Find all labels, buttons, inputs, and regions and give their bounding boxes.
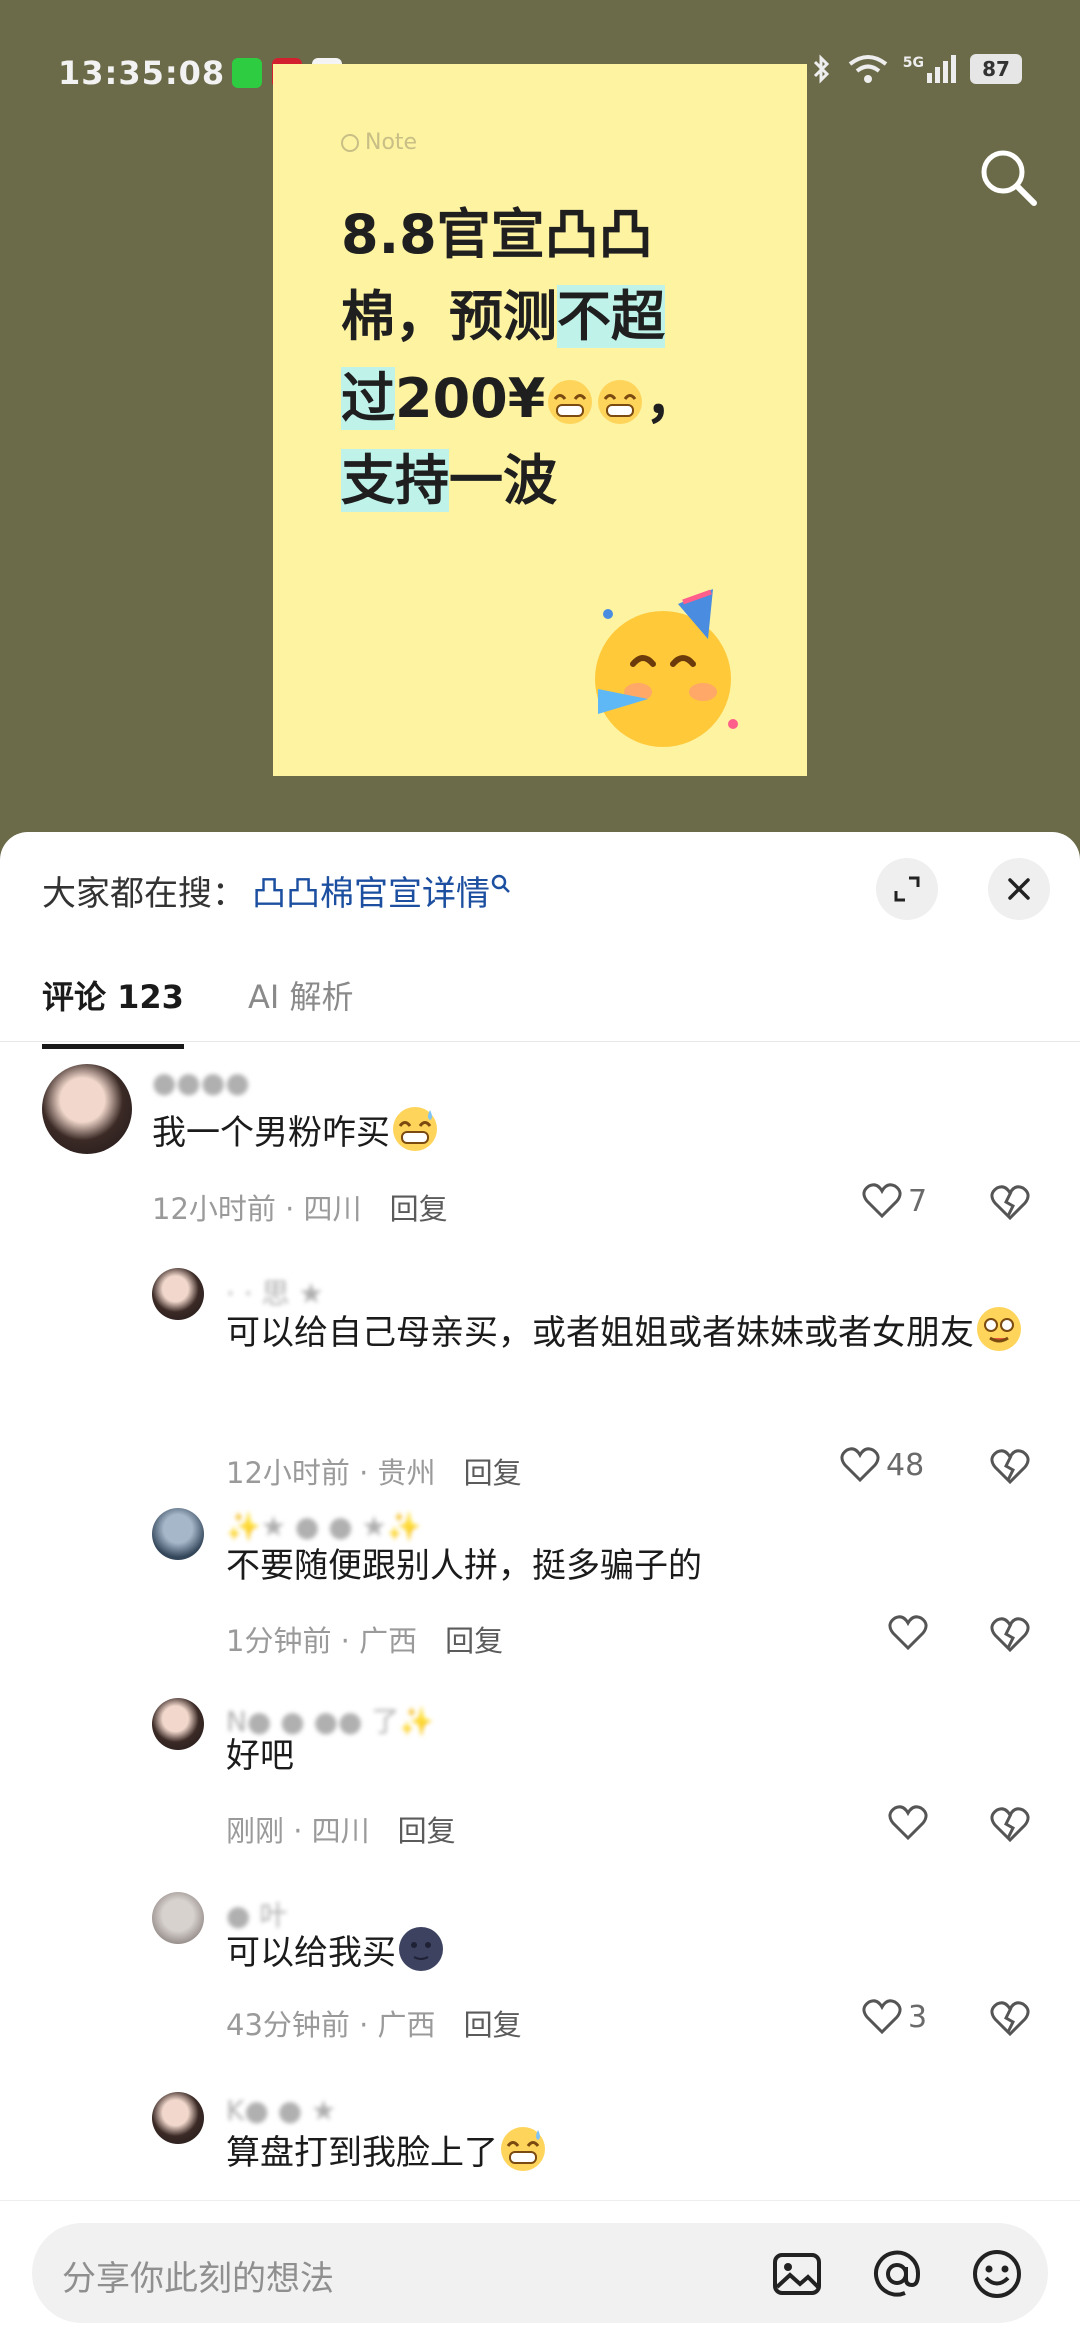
battery-indicator: 87	[970, 54, 1022, 84]
tab-comments[interactable]: 评论 123	[42, 972, 184, 1049]
comment-input[interactable]: 分享你此刻的想法	[32, 2223, 1048, 2323]
note-card: Note 8.8官宣凸凸 棉，预测不超 过200¥， 支持一波	[273, 64, 807, 776]
avatar[interactable]	[152, 1268, 204, 1320]
starstruck-emoji-icon	[977, 1307, 1021, 1351]
heart-icon	[862, 1999, 902, 2035]
comment-meta: 12小时前 · 四川 回复	[152, 1186, 448, 1228]
party-face-emoji-icon	[595, 589, 738, 747]
app-notification-icon	[232, 58, 262, 88]
comment-text[interactable]: 可以给自己母亲买，或者姐姐或者妹妹或者女朋友	[226, 1304, 1036, 1359]
reply-button[interactable]: 回复	[445, 1618, 503, 1660]
tab-divider	[0, 1041, 1080, 1042]
comment-username[interactable]: ●●●●	[152, 1066, 250, 1099]
reply-item: ✨★ ● ● ★✨ 不要随便跟别人拼，挺多骗子的 1分钟前 · 广西 回复	[0, 1508, 1080, 1668]
reply-item: K● ● ★ 算盘打到我脸上了	[0, 2092, 1080, 2202]
note-label: Note	[341, 130, 417, 155]
comment-meta: 1分钟前 · 广西 回复	[226, 1618, 503, 1660]
comment-input-bar: 分享你此刻的想法	[0, 2200, 1080, 2344]
heart-icon	[888, 1805, 928, 1841]
reply-item: N● ● ●● 了✨ 好吧 刚刚 · 四川 回复	[0, 1698, 1080, 1858]
wifi-icon	[848, 55, 887, 83]
like-count: 48	[886, 1447, 925, 1483]
comment-meta: 12小时前 · 贵州 回复	[226, 1450, 522, 1492]
avatar[interactable]	[152, 1698, 204, 1750]
comment-time: 12小时前 · 四川	[152, 1192, 362, 1226]
heart-icon	[840, 1447, 880, 1483]
network-type: 5G	[902, 55, 924, 71]
hot-search-prefix: 大家都在搜：	[42, 874, 246, 914]
close-button[interactable]	[988, 858, 1050, 920]
sweat-grin-emoji-icon	[393, 1107, 437, 1151]
reply-button[interactable]: 回复	[464, 1450, 522, 1492]
reply-button[interactable]: 回复	[464, 2002, 522, 2044]
hot-search-link[interactable]: 凸凸棉官宣详情	[252, 866, 490, 915]
image-icon[interactable]	[770, 2247, 824, 2301]
like-button[interactable]: 3	[862, 1998, 927, 2036]
mention-icon[interactable]	[870, 2247, 924, 2301]
avatar[interactable]	[152, 1892, 204, 1944]
status-indicators: 5G 87	[811, 54, 1022, 84]
avatar[interactable]	[152, 2092, 204, 2144]
sheet-tabs: 评论 123 AI 解析	[42, 972, 353, 1049]
like-button[interactable]	[888, 1804, 934, 1842]
search-icon[interactable]	[976, 145, 1040, 209]
like-button[interactable]: 7	[862, 1182, 927, 1220]
avatar[interactable]	[152, 1508, 204, 1560]
video-area: 13:35:08 5G 87 Note 8.8官宣凸凸 棉，预测不超 过200¥…	[0, 0, 1080, 840]
heart-icon	[862, 1183, 902, 1219]
dislike-icon[interactable]	[990, 1448, 1030, 1486]
close-icon	[1008, 878, 1030, 900]
comment-sheet: 大家都在搜： 凸凸棉官宣详情 评论 123 AI 解析 ●●●● 我一个男粉咋买…	[0, 832, 1080, 2344]
grinning-emoji-icon	[598, 380, 643, 424]
avatar[interactable]	[42, 1064, 132, 1154]
comment-username[interactable]: ✨★ ● ● ★✨	[226, 1510, 422, 1543]
like-count: 3	[908, 1999, 928, 2035]
comment-input-placeholder: 分享你此刻的想法	[62, 2259, 334, 2299]
hot-search-bar[interactable]: 大家都在搜： 凸凸棉官宣详情	[42, 866, 512, 915]
reply-button[interactable]: 回复	[390, 1186, 448, 1228]
comment-item: ●●●● 我一个男粉咋买 12小时前 · 四川 回复 7	[0, 1064, 1080, 1264]
expand-icon	[894, 876, 920, 902]
comment-text[interactable]: 好吧	[226, 1730, 294, 1782]
heart-icon	[888, 1615, 928, 1651]
note-text: 8.8官宣凸凸 棉，预测不超 过200¥， 支持一波	[341, 203, 700, 512]
like-count: 7	[908, 1183, 928, 1219]
sweat-grin-emoji-icon	[501, 2127, 545, 2171]
reply-button[interactable]: 回复	[398, 1808, 456, 1850]
dislike-icon[interactable]	[990, 1806, 1030, 1844]
reply-item: ● 叶 可以给我买 43分钟前 · 广西 回复 3	[0, 1892, 1080, 2052]
comment-time: 43分钟前 · 广西	[226, 2008, 436, 2042]
like-button[interactable]: 48	[840, 1446, 924, 1484]
search-small-icon	[491, 874, 510, 893]
like-button[interactable]	[888, 1614, 934, 1652]
comment-username[interactable]: K● ● ★	[226, 2094, 336, 2127]
comment-text[interactable]: 可以给我买	[226, 1924, 446, 1979]
reply-item: · · 思 ★ 可以给自己母亲买，或者姐姐或者妹妹或者女朋友 12小时前 · 贵…	[0, 1268, 1080, 1490]
comment-text[interactable]: 不要随便跟别人拼，挺多骗子的	[226, 1540, 702, 1592]
signal-icon: 5G	[903, 55, 956, 83]
new-moon-face-emoji-icon	[399, 1927, 443, 1971]
comment-meta: 43分钟前 · 广西 回复	[226, 2002, 522, 2044]
emoji-icon[interactable]	[970, 2247, 1024, 2301]
bluetooth-icon	[813, 54, 829, 84]
tab-ai-analysis[interactable]: AI 解析	[248, 972, 354, 1049]
dislike-icon[interactable]	[990, 2000, 1030, 2038]
dislike-icon[interactable]	[990, 1616, 1030, 1654]
comment-meta: 刚刚 · 四川 回复	[226, 1808, 456, 1850]
status-time: 13:35:08	[58, 54, 226, 92]
comment-time: 1分钟前 · 广西	[226, 1624, 418, 1658]
comment-text[interactable]: 算盘打到我脸上了	[226, 2124, 548, 2179]
dislike-icon[interactable]	[990, 1184, 1030, 1222]
grinning-emoji-icon	[548, 380, 593, 424]
expand-button[interactable]	[876, 858, 938, 920]
comment-time: 刚刚 · 四川	[226, 1814, 370, 1848]
comment-text[interactable]: 我一个男粉咋买	[152, 1104, 440, 1159]
comment-time: 12小时前 · 贵州	[226, 1456, 436, 1490]
